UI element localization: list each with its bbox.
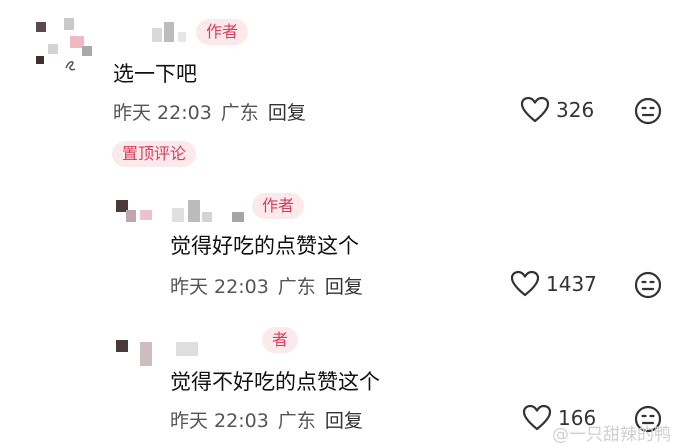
comment-text: 觉得不好吃的点赞这个 <box>170 370 380 394</box>
author-badge: 者 <box>262 327 299 353</box>
comment-text: 觉得好吃的点赞这个 <box>170 234 359 258</box>
username-blurred[interactable] <box>172 198 252 226</box>
author-badge: 作者 <box>252 193 305 219</box>
like-count: 1437 <box>546 272 597 296</box>
comment-location: 广东 <box>277 410 316 432</box>
avatar[interactable] <box>116 336 164 370</box>
comment-meta: 昨天 22:03 广东 回复 <box>170 406 372 433</box>
comment-text: 选一下吧 <box>113 62 197 86</box>
author-badge: 作者 <box>196 19 249 45</box>
comment-meta: 昨天 22:03 广东 回复 <box>113 98 315 125</box>
heart-icon <box>522 404 552 431</box>
like-button[interactable]: 1437 <box>510 270 597 298</box>
comment-location: 广东 <box>277 276 316 298</box>
reply-button[interactable]: 回复 <box>325 410 363 432</box>
comment-location: 广东 <box>220 102 259 124</box>
heart-icon <box>510 270 540 297</box>
username-blurred[interactable] <box>172 338 212 362</box>
comment-meta: 昨天 22:03 广东 回复 <box>170 272 372 299</box>
comment-time: 昨天 22:03 <box>170 276 269 298</box>
like-count: 326 <box>556 98 595 122</box>
heart-icon <box>520 96 550 123</box>
pinned-badge: 置顶评论 <box>112 141 197 167</box>
meh-face-icon[interactable] <box>634 271 662 299</box>
meh-face-icon[interactable] <box>634 97 662 125</box>
avatar[interactable] <box>116 196 156 230</box>
comment-time: 昨天 22:03 <box>113 102 212 124</box>
watermark: @一只甜辣的鸭 <box>552 425 671 445</box>
like-button[interactable]: 326 <box>520 96 594 124</box>
comment-time: 昨天 22:03 <box>170 410 269 432</box>
avatar[interactable] <box>32 16 96 80</box>
username-blurred[interactable] <box>152 20 192 46</box>
reply-button[interactable]: 回复 <box>325 276 363 298</box>
reply-button[interactable]: 回复 <box>268 102 306 124</box>
